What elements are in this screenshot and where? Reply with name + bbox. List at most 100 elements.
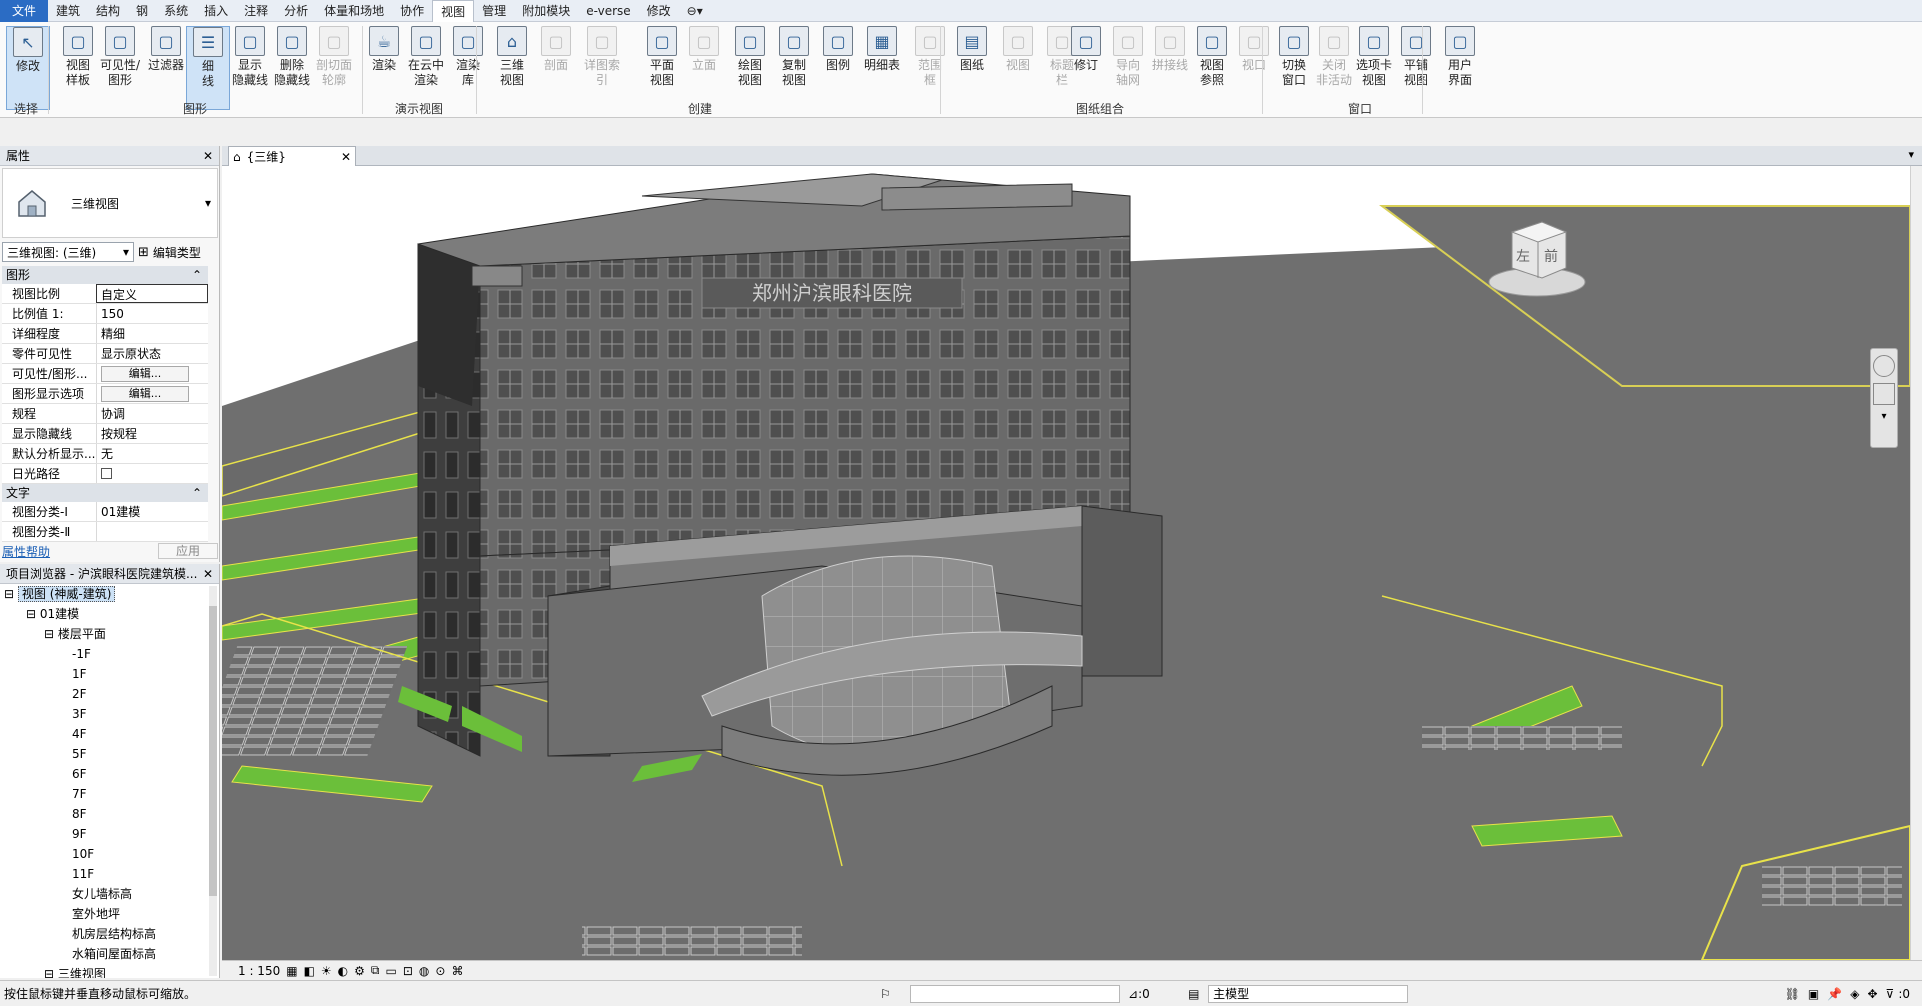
zoom-icon[interactable]: [1873, 383, 1895, 405]
tree-node-3d-views[interactable]: ⊟ 三维视图: [0, 964, 219, 978]
chevron-down-icon[interactable]: ▾: [205, 196, 211, 210]
worksharing-icon[interactable]: ⌘: [451, 964, 463, 978]
select-underlay-icon[interactable]: ▣: [1808, 987, 1819, 1001]
menu-tab[interactable]: 管理: [474, 0, 514, 22]
menu-tab[interactable]: 插入: [196, 0, 236, 22]
menu-tab[interactable]: 分析: [276, 0, 316, 22]
ribbon-button[interactable]: ▢ 剖切面 轮廓: [312, 26, 356, 88]
property-value[interactable]: 精细: [96, 324, 208, 343]
property-value[interactable]: 01建模: [96, 502, 208, 521]
properties-help-link[interactable]: 属性帮助: [2, 543, 50, 560]
ribbon-button[interactable]: ▢ 显示 隐藏线: [228, 26, 272, 88]
browser-scrollbar[interactable]: [209, 586, 217, 976]
ribbon-button[interactable]: ☕ 渲染: [362, 26, 406, 73]
menu-tab[interactable]: 建筑: [48, 0, 88, 22]
tree-node-level[interactable]: 室外地坪: [0, 904, 219, 924]
close-icon[interactable]: ✕: [203, 149, 213, 163]
tab-menu-icon[interactable]: ▾: [1908, 148, 1914, 161]
tree-node-level[interactable]: 3F: [0, 704, 219, 724]
show-crop-icon[interactable]: ▭: [386, 964, 397, 978]
edit-button[interactable]: 编辑...: [101, 386, 189, 402]
view-scale[interactable]: 1 : 150: [238, 964, 280, 978]
menu-tab[interactable]: 系统: [156, 0, 196, 22]
ribbon-button[interactable]: ▦ 明细表: [860, 26, 904, 73]
temporary-hide-icon[interactable]: ◍: [419, 964, 429, 978]
sun-path-icon[interactable]: ☀: [321, 964, 332, 978]
property-value[interactable]: 无: [96, 444, 208, 463]
ribbon-button[interactable]: ▢ 立面: [682, 26, 726, 73]
worksets-icon[interactable]: ⚐: [880, 987, 910, 1001]
ribbon-button[interactable]: ▤ 图纸: [950, 26, 994, 73]
chevron-down-icon[interactable]: ▾: [1871, 411, 1897, 422]
type-selector[interactable]: 三维视图 ▾: [2, 168, 218, 238]
menu-tab[interactable]: e-verse: [578, 0, 638, 22]
ribbon-button[interactable]: ↖ 修改: [6, 26, 50, 110]
viewcube[interactable]: 左 前: [1482, 202, 1592, 312]
crop-view-icon[interactable]: ⧉: [371, 963, 380, 978]
property-value[interactable]: 编辑...: [96, 384, 208, 403]
tree-node-level[interactable]: 女儿墙标高: [0, 884, 219, 904]
ribbon-button[interactable]: ▢ 剖面: [534, 26, 578, 73]
ribbon-button[interactable]: ▢ 视图 样板: [56, 26, 100, 88]
reveal-hidden-icon[interactable]: ⊙: [435, 964, 445, 978]
menu-tab[interactable]: 体量和场地: [316, 0, 392, 22]
tree-node-group[interactable]: ⊟ 01建模: [0, 604, 219, 624]
tree-node-level[interactable]: 7F: [0, 784, 219, 804]
property-value[interactable]: 150: [96, 304, 208, 323]
tab-3d-view[interactable]: ⌂ {三维} ✕: [228, 146, 356, 166]
tree-node-level[interactable]: 2F: [0, 684, 219, 704]
visual-style-icon[interactable]: ◧: [304, 964, 315, 978]
tree-node-level[interactable]: 4F: [0, 724, 219, 744]
quick-access-icon[interactable]: ⊖▾: [679, 0, 711, 22]
property-value[interactable]: 编辑...: [96, 364, 208, 383]
property-value[interactable]: 显示原状态: [96, 344, 208, 363]
apply-button[interactable]: 应用: [158, 543, 218, 559]
property-value[interactable]: [96, 522, 208, 541]
ribbon-button[interactable]: ▢ 详图索引: [580, 26, 624, 88]
detail-level-icon[interactable]: ▦: [286, 964, 297, 978]
ribbon-button[interactable]: ▢ 视口: [1232, 26, 1276, 73]
viewcube-left-face[interactable]: 左: [1516, 246, 1530, 266]
sun-path-checkbox[interactable]: [101, 468, 112, 479]
ribbon-button[interactable]: ▢ 平面 视图: [640, 26, 684, 88]
close-icon[interactable]: ✕: [203, 567, 213, 581]
property-value[interactable]: [96, 464, 208, 483]
tree-node-level[interactable]: -1F: [0, 644, 219, 664]
group-label-select[interactable]: 选择: [6, 100, 46, 117]
tree-node-level[interactable]: 5F: [0, 744, 219, 764]
menu-tab[interactable]: 注释: [236, 0, 276, 22]
tree-node-level[interactable]: 8F: [0, 804, 219, 824]
menu-tab[interactable]: 协作: [392, 0, 432, 22]
tree-node-level[interactable]: 1F: [0, 664, 219, 684]
ribbon-button[interactable]: ▢ 图例: [816, 26, 860, 73]
tree-node-level[interactable]: 11F: [0, 864, 219, 884]
close-icon[interactable]: ✕: [341, 150, 351, 164]
tree-node-floor-plans[interactable]: ⊟ 楼层平面: [0, 624, 219, 644]
ribbon-button[interactable]: ▢ 过滤器: [144, 26, 188, 73]
tree-node-views-root[interactable]: ⊟ 视图 (神威-建筑): [0, 584, 219, 604]
property-value[interactable]: 协调: [96, 404, 208, 423]
render-icon[interactable]: ⚙: [354, 964, 365, 978]
steering-wheel-icon[interactable]: [1873, 355, 1895, 377]
ribbon-button[interactable]: ▢ 视图: [996, 26, 1040, 73]
viewport-scrollbar[interactable]: [1910, 166, 1922, 960]
ribbon-button[interactable]: ▢ 删除 隐藏线: [270, 26, 314, 88]
menu-tab[interactable]: 附加模块: [514, 0, 578, 22]
tree-node-level[interactable]: 10F: [0, 844, 219, 864]
select-by-face-icon[interactable]: ◈: [1850, 987, 1859, 1001]
ribbon-button[interactable]: ⌂ 三维 视图: [490, 26, 534, 88]
tree-node-level[interactable]: 6F: [0, 764, 219, 784]
category-text[interactable]: 文字 ⌃: [2, 484, 208, 502]
menu-tab[interactable]: 钢: [128, 0, 156, 22]
ribbon-button[interactable]: ▢ 视图 参照: [1190, 26, 1234, 88]
ribbon-button[interactable]: ▢ 导向 轴网: [1106, 26, 1150, 88]
ribbon-button[interactable]: ▢ 范围框: [908, 26, 952, 88]
shadows-icon[interactable]: ◐: [338, 964, 348, 978]
design-options-icon[interactable]: ▤: [1188, 987, 1208, 1001]
design-option-dropdown[interactable]: 主模型: [1208, 984, 1409, 1003]
3d-viewport[interactable]: 郑州沪滨眼科医院 左 前 ▾: [222, 166, 1910, 960]
menu-tab[interactable]: 结构: [88, 0, 128, 22]
menu-tab[interactable]: 文件: [0, 0, 49, 22]
property-value[interactable]: 按规程: [96, 424, 208, 443]
property-value[interactable]: 自定义: [96, 284, 208, 303]
